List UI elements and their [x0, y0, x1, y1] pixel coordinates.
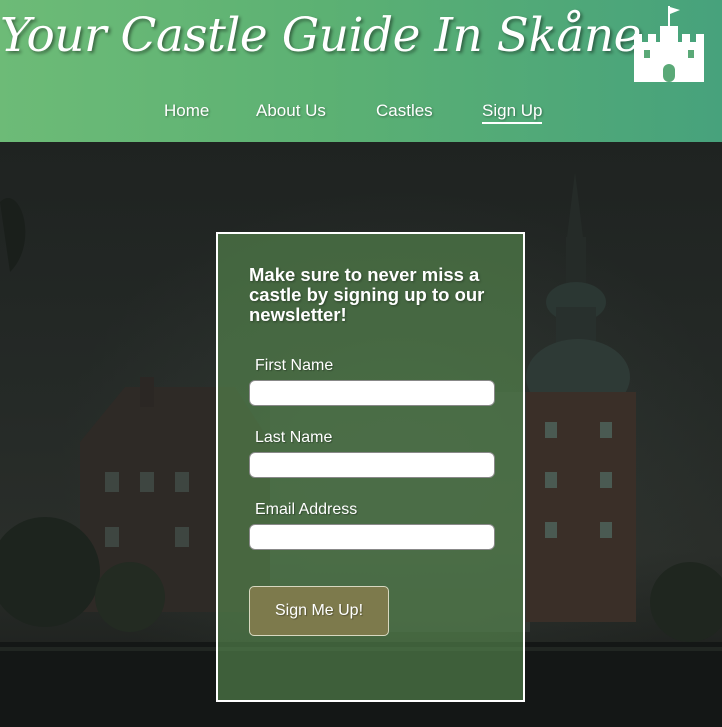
email-label: Email Address: [255, 501, 358, 518]
nav-about-us[interactable]: About Us: [256, 101, 326, 121]
castle-icon: [634, 6, 704, 82]
site-title: Your Castle Guide In Skåne: [0, 8, 641, 63]
first-name-label: First Name: [255, 357, 334, 374]
nav-sign-up[interactable]: Sign Up: [482, 101, 543, 124]
sign-me-up-button[interactable]: Sign Me Up!: [249, 586, 389, 636]
newsletter-signup-form: Make sure to never miss a castle by sign…: [216, 232, 525, 702]
form-heading: Make sure to never miss a castle by sign…: [249, 264, 485, 325]
email-field[interactable]: [249, 524, 495, 550]
site-header: Your Castle Guide In Skåne Home About Us…: [0, 0, 722, 142]
last-name-field[interactable]: [249, 452, 495, 478]
nav-castles[interactable]: Castles: [376, 101, 433, 121]
last-name-label: Last Name: [255, 429, 333, 446]
first-name-field[interactable]: [249, 380, 495, 406]
nav-home[interactable]: Home: [164, 101, 209, 121]
hero-castle-background: Make sure to never miss a castle by sign…: [0, 142, 722, 727]
main-nav: Home About Us Castles Sign Up: [0, 101, 722, 125]
